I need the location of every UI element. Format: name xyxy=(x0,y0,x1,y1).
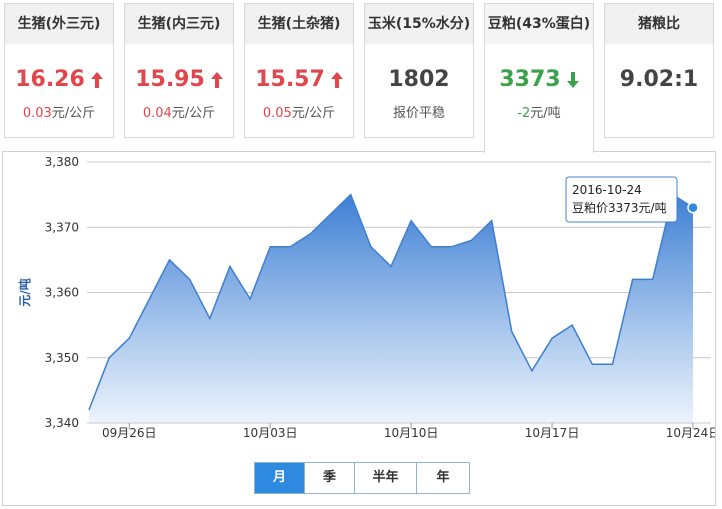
y-axis-label: 元/吨 xyxy=(17,278,32,306)
card-value: 16.26 xyxy=(5,66,113,94)
card-title: 生猪(土杂猪) xyxy=(245,4,353,44)
card-status: 报价平稳 xyxy=(392,106,445,121)
card-value: 15.95 xyxy=(125,66,233,94)
card-value: 9.02:1 xyxy=(619,67,699,92)
x-tick-label: 10月17日 xyxy=(525,426,580,440)
card-title: 猪粮比 xyxy=(605,4,713,44)
card-title: 生猪(外三元) xyxy=(5,4,113,44)
tab-half-year[interactable]: 半年 xyxy=(355,463,417,493)
area-fill xyxy=(89,194,693,423)
card-change: 0.05元/公斤 xyxy=(262,106,336,121)
x-tick-label: 09月26日 xyxy=(102,426,157,440)
x-tick-label: 10月10日 xyxy=(384,426,439,440)
tab-month[interactable]: 月 xyxy=(255,463,305,493)
tab-year[interactable]: 年 xyxy=(417,463,469,493)
arrow-up-icon xyxy=(330,72,343,88)
card-value: 1802 xyxy=(388,67,450,92)
card-title: 生猪(内三元) xyxy=(125,4,233,44)
y-tick-label: 3,380 xyxy=(45,155,79,169)
card-pig-waisanyuan[interactable]: 生猪(外三元) 16.26 0.03元/公斤 xyxy=(4,3,114,138)
price-cards: 生猪(外三元) 16.26 0.03元/公斤 生猪(内三元) 15.95 0.0… xyxy=(0,0,722,153)
price-area-chart: 3,340 3,350 3,360 3,370 3,380 元/吨 09月26日 10月03日… xyxy=(17,155,720,440)
card-title: 豆粕(43%蛋白) xyxy=(485,4,593,44)
arrow-up-icon xyxy=(90,72,103,88)
card-value: 15.57 xyxy=(245,66,353,94)
card-corn[interactable]: 玉米(15%水分) 1802 报价平稳 xyxy=(364,3,474,138)
arrow-up-icon xyxy=(210,72,223,88)
x-tick-label: 10月03日 xyxy=(243,426,298,440)
card-change: 0.03元/公斤 xyxy=(22,106,96,121)
price-chart-panel: 3,340 3,350 3,360 3,370 3,380 元/吨 09月26日 10月03日… xyxy=(2,151,720,506)
card-pig-tuzazhu[interactable]: 生猪(土杂猪) 15.57 0.05元/公斤 xyxy=(244,3,354,138)
y-tick-label: 3,350 xyxy=(45,351,79,365)
tooltip-value: 豆粕价3373元/吨 xyxy=(572,200,667,215)
card-pig-grain-ratio[interactable]: 猪粮比 9.02:1 xyxy=(604,3,714,138)
card-value: 3373 xyxy=(485,66,593,94)
x-tick-label: 10月24日 xyxy=(666,426,715,440)
y-tick-label: 3,370 xyxy=(45,220,79,234)
tab-quarter[interactable]: 季 xyxy=(305,463,355,493)
y-tick-label: 3,340 xyxy=(45,416,79,430)
card-change: 0.04元/公斤 xyxy=(142,106,216,121)
card-title: 玉米(15%水分) xyxy=(365,4,473,44)
card-pig-neisanyuan[interactable]: 生猪(内三元) 15.95 0.04元/公斤 xyxy=(124,3,234,138)
arrow-down-icon xyxy=(566,72,579,88)
tooltip-date: 2016-10-24 xyxy=(572,183,642,197)
card-soymeal[interactable]: 豆粕(43%蛋白) 3373 -2元/吨 xyxy=(484,3,594,153)
range-tabs: 月 季 半年 年 xyxy=(254,462,470,494)
y-tick-label: 3,360 xyxy=(45,286,79,300)
card-change: -2元/吨 xyxy=(517,106,561,121)
highlight-point xyxy=(687,201,699,214)
